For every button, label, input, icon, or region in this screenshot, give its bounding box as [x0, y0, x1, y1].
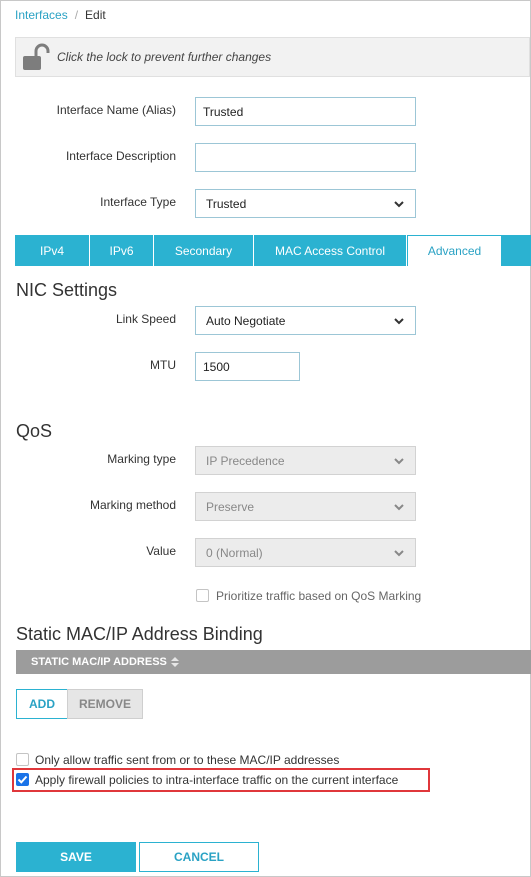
marking-type-value: IP Precedence [206, 453, 285, 468]
qos-title: QoS [16, 421, 53, 441]
qos-value-label: Value [146, 544, 176, 558]
static-binding-title: Static MAC/IP Address Binding [16, 624, 263, 644]
chevron-down-icon [394, 503, 404, 510]
lock-bar-text: Click the lock to prevent further change… [57, 50, 272, 64]
interface-type-label: Interface Type [100, 195, 176, 209]
marking-method-select: Preserve [195, 492, 416, 521]
apply-firewall-policies-label: Apply firewall policies to intra-interfa… [35, 773, 399, 787]
link-speed-label: Link Speed [115, 312, 176, 326]
marking-type-label: Marking type [107, 452, 176, 466]
tab-ipv4[interactable]: IPv4 [15, 235, 90, 266]
marking-method-label: Marking method [89, 498, 176, 512]
tab-bar: IPv4 IPv6 Secondary MAC Access Control A… [15, 235, 531, 266]
interface-description-label: Interface Description [65, 149, 176, 163]
chevron-down-icon [394, 317, 404, 324]
chevron-down-icon [394, 200, 404, 207]
tab-secondary[interactable]: Secondary [154, 235, 254, 266]
sort-arrows-icon[interactable] [170, 657, 179, 667]
tab-ipv6[interactable]: IPv6 [90, 235, 154, 266]
save-button[interactable]: SAVE [16, 842, 136, 872]
mtu-label: MTU [150, 358, 176, 372]
checkmark-icon [17, 775, 28, 784]
chevron-down-icon [394, 457, 404, 464]
marking-type-select: IP Precedence [195, 446, 416, 475]
interface-name-label: Interface Name (Alias) [56, 103, 176, 117]
qos-value-select: 0 (Normal) [195, 538, 416, 567]
breadcrumb-interfaces-link[interactable]: Interfaces [15, 8, 68, 22]
cancel-button[interactable]: CANCEL [139, 842, 259, 872]
only-allow-traffic-label: Only allow traffic sent from or to these… [35, 753, 340, 767]
breadcrumb: Interfaces / Edit [15, 8, 106, 22]
breadcrumb-current: Edit [85, 8, 106, 22]
unlocked-padlock-icon[interactable] [21, 43, 51, 71]
breadcrumb-separator: / [74, 8, 79, 22]
chevron-down-icon [394, 549, 404, 556]
static-binding-table-header[interactable]: STATIC MAC/IP ADDRESS [16, 650, 531, 674]
interface-type-value: Trusted [206, 196, 247, 211]
lock-bar: Click the lock to prevent further change… [15, 37, 530, 77]
tab-advanced[interactable]: Advanced [407, 235, 502, 266]
link-speed-value: Auto Negotiate [206, 313, 286, 328]
tab-mac-access-control[interactable]: MAC Access Control [254, 235, 407, 266]
static-mac-ip-column-header[interactable]: STATIC MAC/IP ADDRESS [31, 656, 167, 668]
prioritize-qos-checkbox [196, 589, 209, 602]
add-button[interactable]: ADD [16, 689, 68, 719]
mtu-input[interactable]: 1500 [195, 352, 300, 381]
remove-button[interactable]: REMOVE [67, 689, 143, 719]
apply-firewall-policies-checkbox[interactable] [16, 773, 29, 786]
qos-value-value: 0 (Normal) [206, 545, 263, 560]
marking-method-value: Preserve [206, 499, 255, 514]
only-allow-traffic-checkbox[interactable] [16, 753, 29, 766]
link-speed-select[interactable]: Auto Negotiate [195, 306, 416, 335]
prioritize-qos-label: Prioritize traffic based on QoS Marking [216, 589, 422, 603]
interface-name-input[interactable]: Trusted [195, 97, 416, 126]
nic-settings-title: NIC Settings [16, 280, 118, 300]
interface-type-select[interactable]: Trusted [195, 189, 416, 218]
interface-description-input[interactable] [195, 143, 416, 172]
